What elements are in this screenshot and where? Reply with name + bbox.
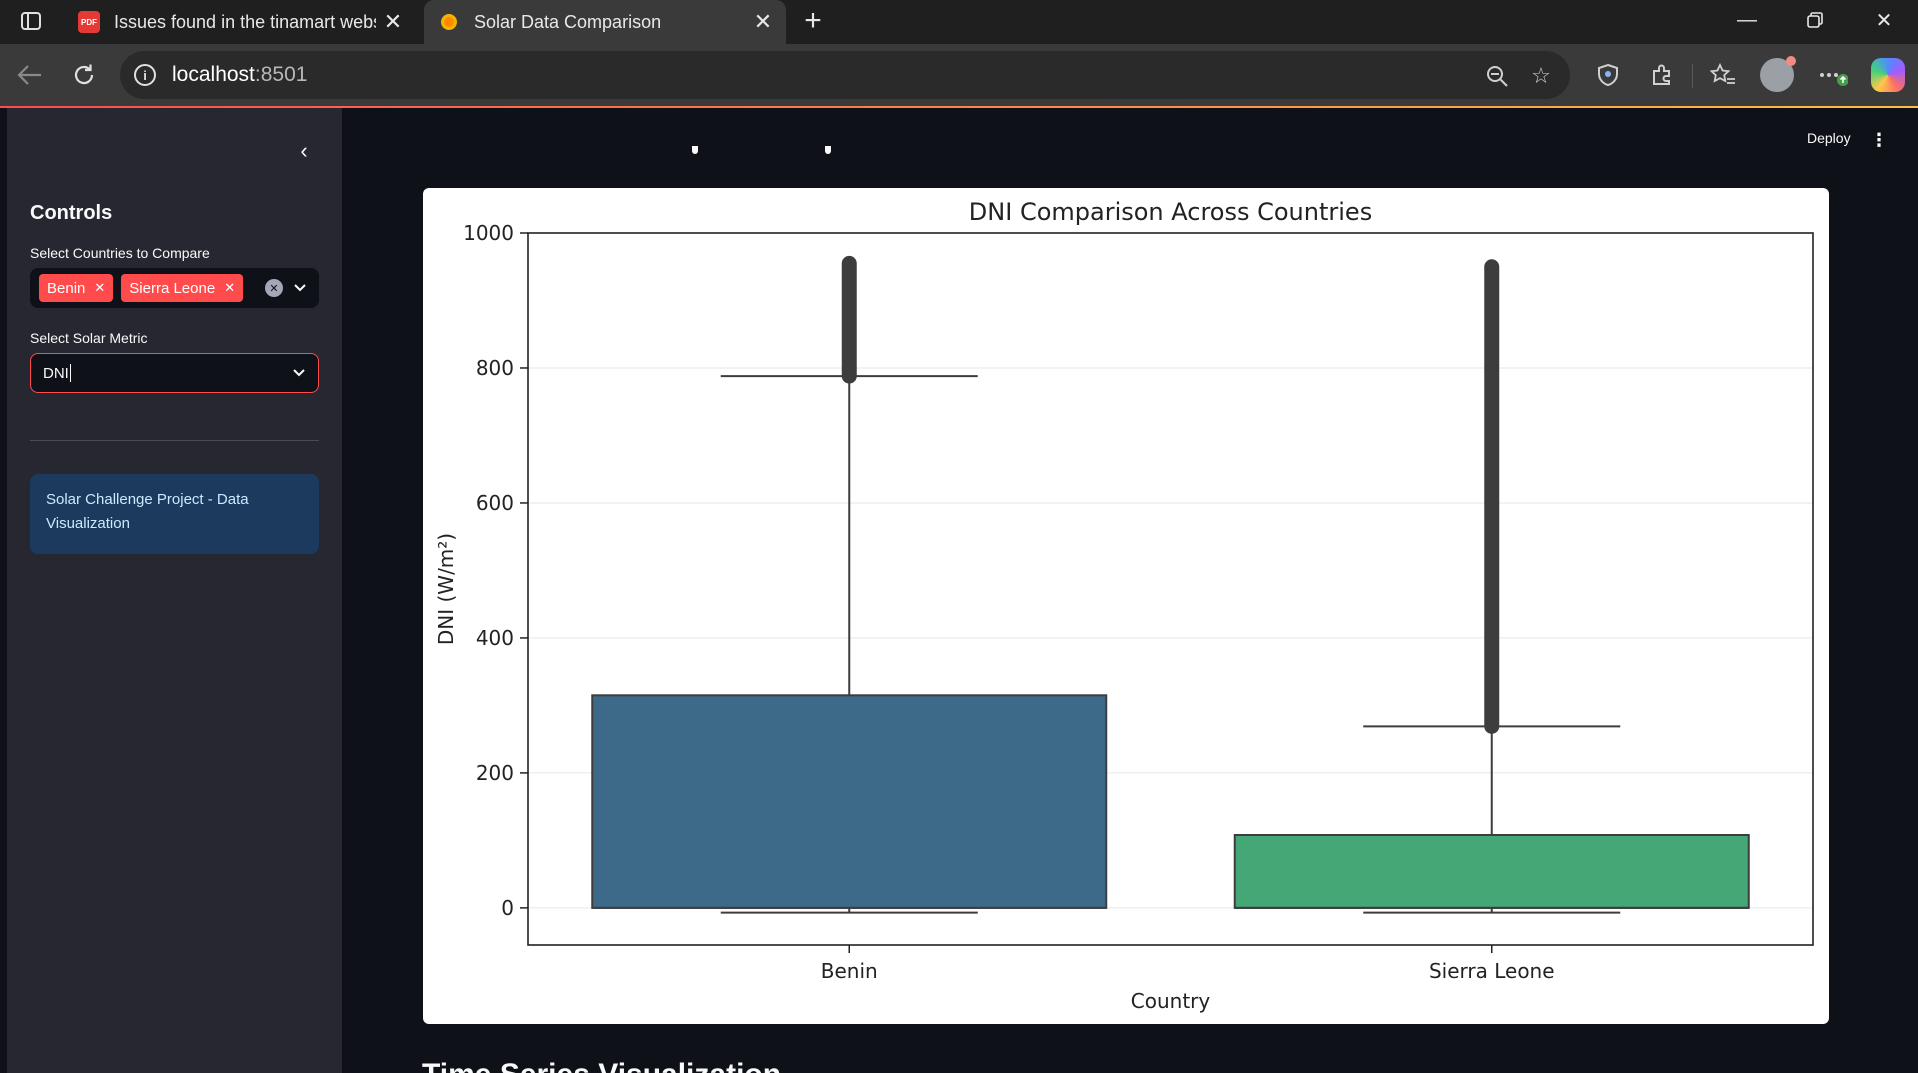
new-tab-icon[interactable]: +	[796, 4, 830, 38]
metric-select[interactable]: DNI	[30, 353, 319, 393]
copilot-icon[interactable]	[1871, 58, 1905, 92]
favorite-star-icon[interactable]: ☆	[1528, 63, 1554, 89]
sidebar: ‹ Controls Select Countries to Compare B…	[7, 108, 342, 1073]
y-tick-label: 600	[476, 491, 514, 515]
clear-all-icon[interactable]: ✕	[265, 279, 283, 297]
close-tab-icon[interactable]: ✕	[376, 5, 410, 39]
close-tab-icon[interactable]: ✕	[746, 5, 780, 39]
box-benin	[591, 694, 1108, 909]
info-box: Solar Challenge Project - Data Visualiza…	[30, 474, 319, 554]
close-window-icon[interactable]: ✕	[1850, 0, 1918, 40]
next-section-heading: Time Series Visualization	[422, 1058, 962, 1073]
y-tick-label: 1000	[463, 221, 514, 245]
collapse-sidebar-icon[interactable]: ‹	[287, 134, 321, 168]
reload-icon[interactable]	[67, 58, 101, 92]
toolbar-separator	[1692, 64, 1693, 88]
url-text: localhost:8501	[172, 63, 308, 86]
countries-multiselect[interactable]: Benin ✕ Sierra Leone ✕ ✕	[30, 268, 319, 308]
chevron-down-icon[interactable]	[290, 364, 308, 382]
site-info-icon[interactable]: i	[134, 64, 156, 86]
text-caret	[69, 364, 71, 382]
zoom-out-icon[interactable]	[1484, 63, 1510, 89]
extensions-icon[interactable]	[1645, 58, 1679, 92]
box-sierra-leone	[1233, 833, 1750, 909]
y-tick-label: 800	[476, 356, 514, 380]
country-chip-sierra-leone[interactable]: Sierra Leone ✕	[121, 274, 244, 302]
remove-chip-icon[interactable]: ✕	[224, 280, 235, 296]
dni-boxplot-chart: 0 200 400 600 800 1000 Benin Sierra Leone DNI Co…	[423, 188, 1829, 1024]
shield-icon[interactable]	[1591, 58, 1625, 92]
x-tick-label: Sierra Leone	[1429, 959, 1555, 983]
chart-svg: 0 200 400 600 800 1000 Benin Sierra Leone DNI Co…	[434, 198, 1814, 1013]
back-icon[interactable]	[13, 58, 47, 92]
chart-title: DNI Comparison Across Countries	[969, 198, 1372, 226]
scrolled-heading-remnant	[692, 146, 892, 160]
tab-solar-data[interactable]: Solar Data Comparison ✕	[424, 0, 786, 44]
browser-toolbar: i localhost:8501 ☆	[0, 44, 1918, 106]
streamlit-sun-icon	[438, 11, 460, 33]
tab-issues-pdf[interactable]: PDF Issues found in the tinamart webs ✕	[64, 0, 416, 44]
tab-actions-icon[interactable]	[18, 8, 44, 34]
minimize-icon[interactable]: —	[1713, 0, 1781, 40]
countries-label: Select Countries to Compare	[30, 245, 210, 261]
deploy-button[interactable]: Deploy	[1807, 130, 1851, 146]
profile-avatar[interactable]	[1760, 56, 1796, 92]
y-tick-label: 400	[476, 626, 514, 650]
main-menu-icon[interactable]: ⋮	[1870, 130, 1888, 151]
tab-title: Issues found in the tinamart webs	[114, 11, 376, 32]
y-tick-label: 200	[476, 761, 514, 785]
sidebar-heading: Controls	[30, 202, 113, 224]
y-axis-label: DNI (W/m²)	[434, 533, 458, 645]
restore-icon[interactable]	[1781, 0, 1849, 40]
favorites-icon[interactable]	[1706, 58, 1740, 92]
sidebar-divider	[30, 440, 319, 441]
country-chip-benin[interactable]: Benin ✕	[39, 274, 114, 302]
metric-label: Select Solar Metric	[30, 330, 148, 346]
x-axis-label: Country	[1131, 989, 1211, 1013]
tab-title: Solar Data Comparison	[474, 11, 662, 32]
pdf-icon: PDF	[78, 11, 100, 33]
metric-value: DNI	[43, 364, 69, 382]
browser-tab-bar: PDF Issues found in the tinamart webs ✕ …	[0, 0, 1918, 44]
y-tick-label: 0	[501, 896, 514, 920]
more-options-icon[interactable]	[1816, 58, 1850, 92]
chevron-down-icon[interactable]	[291, 279, 309, 297]
remove-chip-icon[interactable]: ✕	[94, 280, 105, 296]
x-tick-label: Benin	[821, 959, 878, 983]
address-bar[interactable]: i localhost:8501 ☆	[120, 51, 1570, 99]
